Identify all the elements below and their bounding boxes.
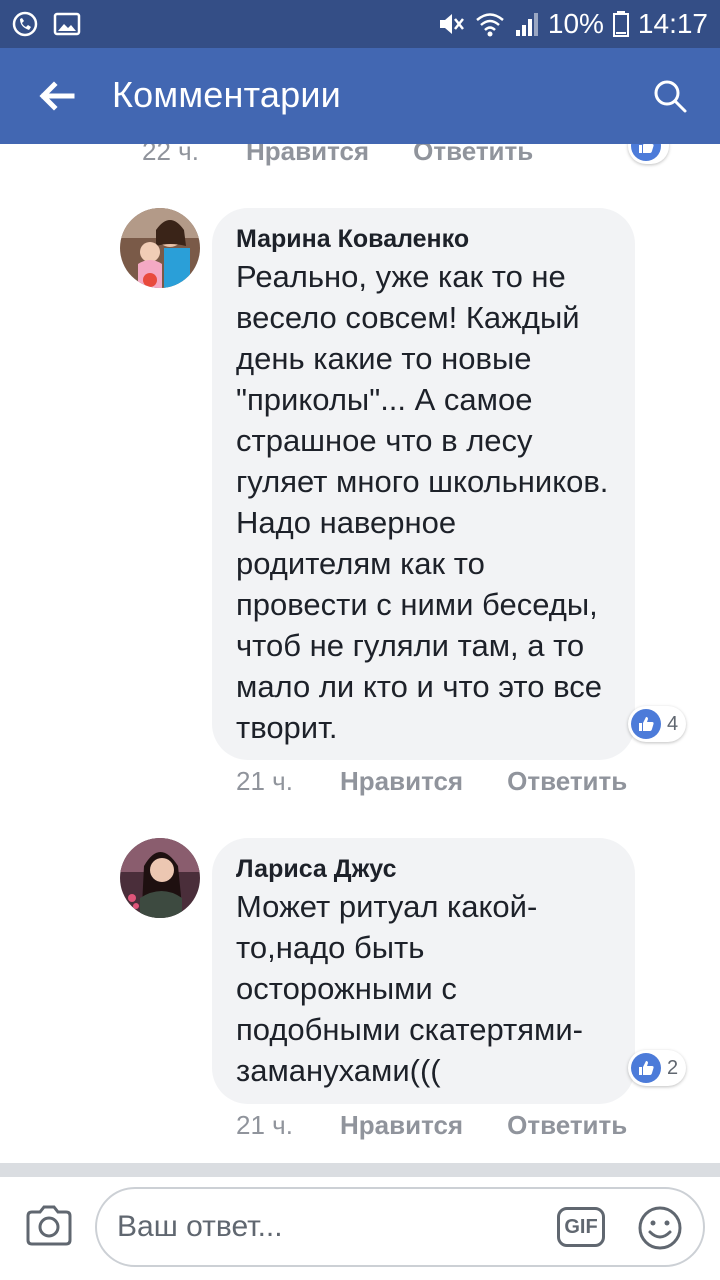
reaction-badge[interactable]: 2 <box>628 1050 687 1086</box>
reply-input-container: GIF <box>95 1187 705 1267</box>
reaction-count: 2 <box>667 1056 679 1079</box>
gif-button[interactable]: GIF <box>557 1207 605 1247</box>
avatar-photo <box>120 208 200 288</box>
comment-time: 21 ч. <box>236 766 293 796</box>
viber-icon <box>12 11 38 37</box>
thumbs-up-icon <box>631 709 661 739</box>
mute-icon <box>439 14 464 34</box>
gif-label: GIF <box>564 1215 598 1238</box>
gallery-icon <box>53 12 81 36</box>
comment-text: Реально, уже как то не весело совсем! Ка… <box>236 259 609 745</box>
battery-percent: 10% <box>547 8 604 39</box>
search-button[interactable] <box>640 70 700 122</box>
comment-time: 21 ч. <box>236 1110 293 1140</box>
emoji-icon[interactable] <box>637 1205 683 1251</box>
back-button[interactable] <box>24 70 88 122</box>
app-bar: Комментарии <box>0 48 720 144</box>
like-button[interactable]: Нравится <box>340 1110 463 1141</box>
signal-icon <box>515 13 538 36</box>
page-title: Комментарии <box>112 74 341 115</box>
comment-text: Может ритуал какой-то,надо быть осторожн… <box>236 889 583 1088</box>
reply-button[interactable]: Ответить <box>507 766 627 797</box>
reaction-count: 4 <box>667 712 679 735</box>
comment-time: 22 ч. <box>142 144 199 166</box>
reply-button[interactable]: Ответить <box>413 144 533 167</box>
battery-icon <box>612 11 629 37</box>
comment-author[interactable]: Марина Коваленко <box>236 222 611 256</box>
camera-button[interactable] <box>22 1201 76 1249</box>
comment-meta: 21 ч. Нравится Ответить <box>236 1110 627 1141</box>
avatar[interactable] <box>120 838 200 918</box>
comment-bubble: Марина Коваленко Реально, уже как то не … <box>212 208 635 760</box>
avatar[interactable] <box>120 208 200 288</box>
status-bar: 10% 14:17 <box>0 0 720 48</box>
arrow-left-icon <box>39 81 75 111</box>
comment-bubble: Лариса Джус Может ритуал какой-то,надо б… <box>212 838 635 1104</box>
camera-icon <box>26 1205 72 1246</box>
reply-button[interactable]: Ответить <box>507 1110 627 1141</box>
previous-reaction-badge[interactable] <box>628 144 669 164</box>
clock: 14:17 <box>637 8 708 39</box>
search-icon <box>654 80 687 113</box>
reply-composer: GIF <box>0 1177 720 1280</box>
comment-author[interactable]: Лариса Джус <box>236 852 611 886</box>
thumbs-up-icon <box>631 1053 661 1083</box>
reply-input[interactable] <box>117 1203 537 1251</box>
composer-divider <box>0 1163 720 1177</box>
previous-comment-meta: 22 ч. Нравится Ответить <box>142 144 533 167</box>
avatar-photo <box>120 838 200 918</box>
wifi-icon <box>476 13 504 37</box>
thumbs-up-icon <box>631 144 661 161</box>
comment-meta: 21 ч. Нравится Ответить <box>236 766 627 797</box>
comments-list: 22 ч. Нравится Ответить Марина Коваленко… <box>0 144 720 1164</box>
reaction-badge[interactable]: 4 <box>628 706 687 742</box>
like-button[interactable]: Нравится <box>246 144 369 167</box>
like-button[interactable]: Нравится <box>340 766 463 797</box>
